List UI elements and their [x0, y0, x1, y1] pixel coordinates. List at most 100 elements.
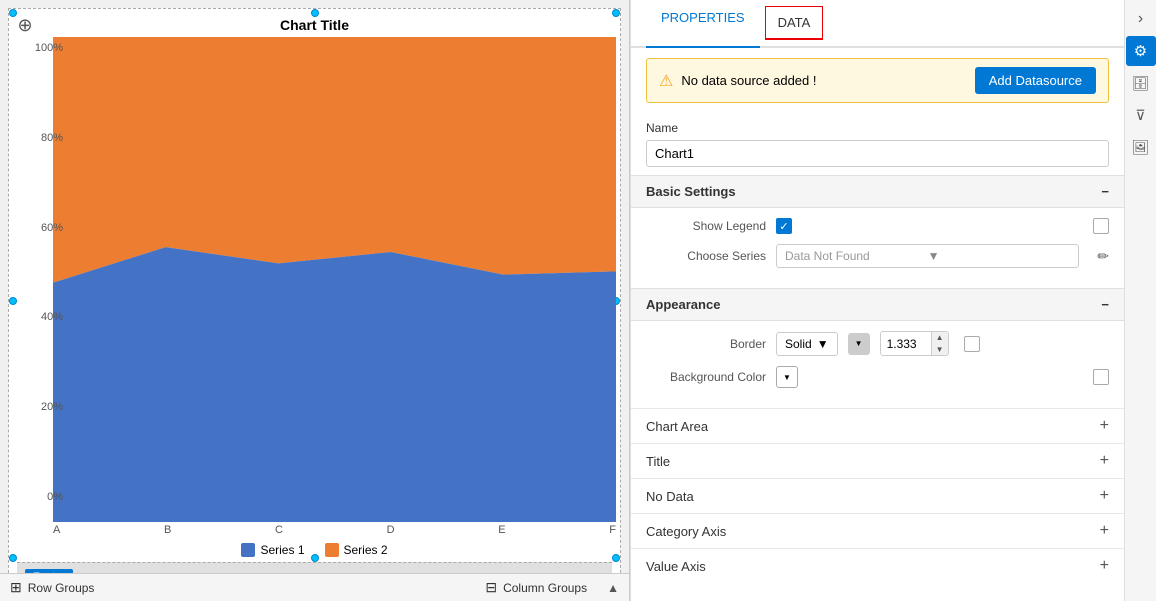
chart-area-label: Chart Area	[646, 419, 708, 434]
border-width-input: ▲ ▼	[880, 331, 949, 356]
no-data-row[interactable]: No Data +	[631, 478, 1124, 513]
name-input[interactable]	[646, 140, 1109, 167]
category-axis-label: Category Axis	[646, 524, 726, 539]
border-color-arrow: ▼	[855, 339, 863, 348]
edit-icon[interactable]: ✏	[1097, 248, 1109, 265]
y-axis: 100% 80% 60% 40% 20% 0%	[23, 37, 63, 508]
selection-dot-bl[interactable]	[9, 554, 17, 562]
gear-icon[interactable]: ⚙	[1126, 36, 1156, 66]
x-label-e: E	[498, 524, 505, 536]
border-style-value: Solid	[785, 337, 812, 351]
border-label: Border	[646, 337, 766, 351]
legend-series2: Series 2	[325, 543, 388, 557]
value-axis-row[interactable]: Value Axis +	[631, 548, 1124, 583]
category-axis-plus: +	[1100, 522, 1109, 540]
column-groups-label: Column Groups	[503, 581, 587, 595]
border-width-spinner: ▲ ▼	[931, 332, 948, 355]
image-edit-icon[interactable]: 🖼	[1126, 132, 1156, 162]
show-legend-row: Show Legend ✓	[646, 218, 1109, 234]
row-groups-icon: ⊞	[10, 579, 22, 596]
crosshair-handle[interactable]: ⊕	[14, 14, 36, 36]
name-label: Name	[646, 121, 1109, 135]
alert-bar: ⚠ No data source added ! Add Datasource	[646, 58, 1109, 103]
tab-data[interactable]: DATA	[765, 6, 824, 40]
bg-color-checkbox[interactable]	[1093, 369, 1109, 385]
border-checkbox[interactable]	[964, 336, 980, 352]
x-label-f: F	[609, 524, 616, 536]
show-legend-checkbox2[interactable]	[1093, 218, 1109, 234]
title-plus: +	[1100, 452, 1109, 470]
dropdown-arrow: ▼	[928, 249, 1071, 263]
x-axis: A B C D E F	[53, 522, 616, 538]
selection-dot-br[interactable]	[612, 554, 620, 562]
basic-settings-content: Show Legend ✓ Choose Series Data Not Fou…	[631, 208, 1124, 288]
right-sidebar: › ⚙ 🗄 ⊽ 🖼	[1124, 0, 1156, 601]
bg-color-arrow: ▼	[783, 373, 791, 382]
tabs-header: PROPERTIES DATA	[631, 0, 1124, 48]
y-label-80: 80%	[41, 132, 63, 144]
bg-color-swatch[interactable]: ▼	[776, 366, 798, 388]
x-label-d: D	[387, 524, 395, 536]
border-color-swatch[interactable]: ▼	[848, 333, 870, 355]
database-icon[interactable]: 🗄	[1126, 68, 1156, 98]
appearance-collapse-icon: −	[1101, 297, 1109, 312]
border-row: Border Solid ▼ ▼ ▲ ▼	[646, 331, 1109, 356]
x-label-a: A	[53, 524, 60, 536]
alert-message: No data source added !	[681, 73, 816, 88]
y-label-20: 20%	[41, 401, 63, 413]
legend-label-series1: Series 1	[260, 543, 304, 557]
appearance-label: Appearance	[646, 297, 720, 312]
border-width-value[interactable]	[881, 332, 931, 355]
warning-icon: ⚠	[659, 71, 673, 91]
chart-canvas: ⊕ Chart Title 100% 80% 60% 40% 20% 0%	[8, 8, 621, 593]
background-color-row: Background Color ▼	[646, 366, 1109, 388]
show-legend-label: Show Legend	[646, 219, 766, 233]
legend-label-series2: Series 2	[344, 543, 388, 557]
alert-left: ⚠ No data source added !	[659, 71, 817, 91]
title-label: Title	[646, 454, 670, 469]
category-axis-row[interactable]: Category Axis +	[631, 513, 1124, 548]
value-axis-label: Value Axis	[646, 559, 706, 574]
appearance-content: Border Solid ▼ ▼ ▲ ▼	[631, 321, 1124, 408]
basic-settings-header[interactable]: Basic Settings −	[631, 175, 1124, 208]
choose-series-dropdown[interactable]: Data Not Found ▼	[776, 244, 1079, 268]
y-label-60: 60%	[41, 222, 63, 234]
chart-area-row[interactable]: Chart Area +	[631, 408, 1124, 443]
legend-color-series1	[241, 543, 255, 557]
filter-icon[interactable]: ⊽	[1126, 100, 1156, 130]
show-legend-checkbox[interactable]: ✓	[776, 218, 792, 234]
tab-properties[interactable]: PROPERTIES	[646, 0, 760, 48]
border-width-down[interactable]: ▼	[932, 344, 948, 356]
nav-arrow-icon[interactable]: ›	[1126, 4, 1156, 34]
chart-area-plus: +	[1100, 417, 1109, 435]
selection-dot-tr[interactable]	[612, 9, 620, 17]
choose-series-row: Choose Series Data Not Found ▼ ✏	[646, 244, 1109, 268]
selection-dot-top[interactable]	[311, 9, 319, 17]
border-style-arrow: ▼	[817, 337, 829, 351]
x-label-b: B	[164, 524, 171, 536]
column-groups-section: ⊟ Column Groups ▲	[485, 579, 619, 596]
add-datasource-button[interactable]: Add Datasource	[975, 67, 1096, 94]
appearance-header[interactable]: Appearance −	[631, 288, 1124, 321]
selection-dot-bottom[interactable]	[311, 554, 319, 562]
x-label-c: C	[275, 524, 283, 536]
panel-content: ⚠ No data source added ! Add Datasource …	[631, 48, 1124, 601]
border-width-up[interactable]: ▲	[932, 332, 948, 344]
chart-svg	[53, 37, 616, 522]
y-label-40: 40%	[41, 311, 63, 323]
row-groups-label: Row Groups	[28, 581, 95, 595]
expand-icon[interactable]: ▲	[607, 581, 619, 595]
properties-panel: PROPERTIES DATA ⚠ No data source added !…	[630, 0, 1124, 601]
basic-settings-collapse-icon: −	[1101, 184, 1109, 199]
title-row[interactable]: Title +	[631, 443, 1124, 478]
column-groups: ⊟ Column Groups	[485, 579, 587, 596]
legend-series1: Series 1	[241, 543, 304, 557]
name-section: Name	[631, 113, 1124, 175]
column-groups-icon: ⊟	[485, 579, 497, 596]
chart-panel: ⊕ Chart Title 100% 80% 60% 40% 20% 0%	[0, 0, 630, 601]
legend-color-series2	[325, 543, 339, 557]
choose-series-label: Choose Series	[646, 249, 766, 263]
border-style-dropdown[interactable]: Solid ▼	[776, 332, 838, 356]
no-data-label: No Data	[646, 489, 694, 504]
y-label-100: 100%	[35, 42, 63, 54]
